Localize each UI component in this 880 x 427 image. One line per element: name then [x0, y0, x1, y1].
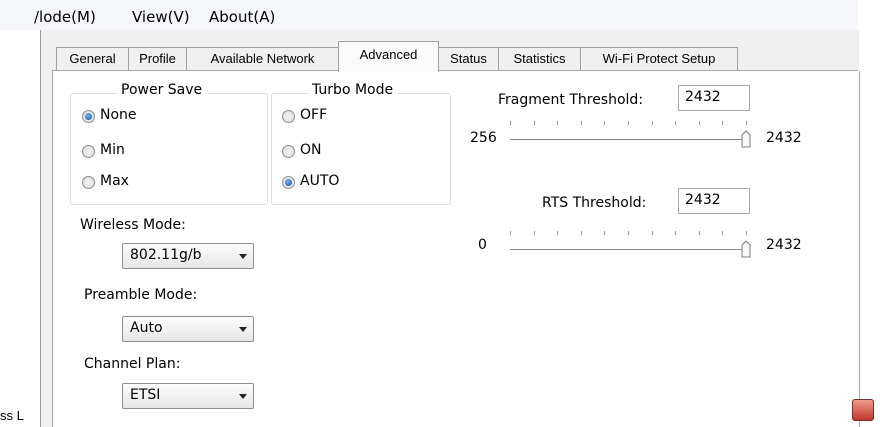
menu-about[interactable]: About(A) [209, 8, 275, 26]
preamble-mode-value: Auto [130, 320, 163, 336]
slider-tick [746, 231, 747, 235]
slider-tick [557, 121, 558, 125]
power-save-max-label[interactable]: Max [100, 173, 129, 189]
wireless-mode-value: 802.11g/b [130, 247, 202, 263]
slider-tick [628, 121, 629, 125]
power-save-title: Power Save [117, 82, 207, 98]
fragment-min-label: 256 [470, 130, 497, 146]
power-save-min-radio[interactable] [82, 145, 95, 158]
tab-general[interactable]: General [56, 47, 129, 71]
channel-plan-label: Channel Plan: [84, 356, 181, 372]
channel-plan-value: ETSI [130, 387, 161, 403]
chevron-down-icon [239, 394, 247, 399]
tab-wifi-protect-setup[interactable]: Wi-Fi Protect Setup [580, 47, 738, 71]
rts-max-label: 2432 [766, 237, 802, 253]
rts-threshold-value: 2432 [685, 192, 721, 208]
tab-statistics[interactable]: Statistics [498, 47, 581, 71]
slider-tick [510, 121, 511, 125]
slider-tick [699, 121, 700, 125]
slider-tick [722, 231, 723, 235]
slider-tick [581, 121, 582, 125]
slider-tick [604, 231, 605, 235]
chevron-down-icon [239, 327, 247, 332]
turbo-off-radio[interactable] [282, 110, 295, 123]
turbo-auto-label[interactable]: AUTO [300, 173, 339, 189]
wireless-mode-label: Wireless Mode: [80, 217, 186, 233]
slider-thumb[interactable] [741, 240, 751, 258]
fragment-max-label: 2432 [766, 130, 802, 146]
slider-tick [652, 121, 653, 125]
slider-tick [722, 121, 723, 125]
rts-threshold-slider[interactable] [510, 228, 756, 258]
rts-threshold-input[interactable]: 2432 [678, 188, 750, 214]
slider-tick [746, 121, 747, 125]
power-save-none-radio[interactable] [82, 110, 95, 123]
power-save-min-label[interactable]: Min [100, 142, 125, 158]
tab-status[interactable]: Status [438, 47, 499, 71]
slider-tick [652, 231, 653, 235]
turbo-off-label[interactable]: OFF [300, 107, 327, 123]
menu-bar: /lode(M) View(V) About(A) [0, 0, 858, 30]
slider-tick [534, 121, 535, 125]
slider-tick [581, 231, 582, 235]
fragment-threshold-label: Fragment Threshold: [498, 92, 644, 108]
slider-tick [604, 121, 605, 125]
turbo-mode-title: Turbo Mode [308, 82, 398, 98]
preamble-mode-label: Preamble Mode: [84, 287, 198, 303]
wireless-mode-select[interactable]: 802.11g/b [122, 243, 254, 269]
slider-tick [675, 231, 676, 235]
slider-tick [534, 231, 535, 235]
menu-mode[interactable]: /lode(M) [34, 8, 96, 26]
slider-tick [557, 231, 558, 235]
turbo-auto-radio[interactable] [282, 176, 295, 189]
turbo-mode-group [271, 93, 451, 205]
slider-tick [628, 231, 629, 235]
fragment-threshold-input[interactable]: 2432 [678, 85, 750, 111]
rts-threshold-label: RTS Threshold: [542, 195, 647, 211]
menu-view[interactable]: View(V) [132, 8, 190, 26]
power-save-none-label[interactable]: None [100, 107, 137, 123]
channel-plan-select[interactable]: ETSI [122, 383, 254, 409]
rts-min-label: 0 [478, 237, 487, 253]
fragment-threshold-value: 2432 [685, 89, 721, 105]
power-save-max-radio[interactable] [82, 176, 95, 189]
slider-tick [699, 231, 700, 235]
slider-tick [510, 231, 511, 235]
tab-profile[interactable]: Profile [128, 47, 187, 71]
background-window-text: ss L [0, 408, 24, 423]
turbo-on-label[interactable]: ON [300, 142, 322, 158]
fragment-threshold-slider[interactable] [510, 118, 756, 148]
turbo-on-radio[interactable] [282, 145, 295, 158]
tab-available-network[interactable]: Available Network [186, 47, 339, 71]
tab-advanced[interactable]: Advanced [338, 41, 439, 72]
slider-thumb[interactable] [741, 130, 751, 148]
preamble-mode-select[interactable]: Auto [122, 316, 254, 342]
slider-track [510, 249, 746, 250]
chevron-down-icon [239, 254, 247, 259]
slider-tick [675, 121, 676, 125]
close-icon[interactable] [852, 399, 874, 421]
slider-track [510, 139, 746, 140]
